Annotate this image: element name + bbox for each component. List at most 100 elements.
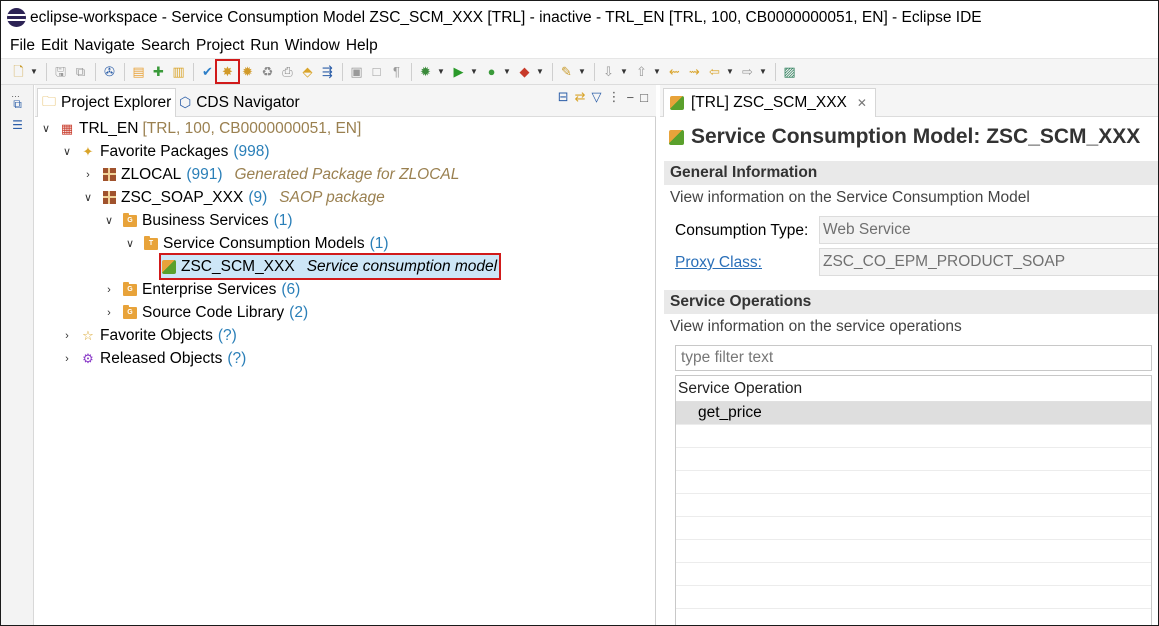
new-dropdown-chevron-icon[interactable]: ▼ bbox=[29, 62, 39, 81]
collapse-all-icon[interactable]: ⊟ bbox=[558, 89, 569, 105]
coverage-icon[interactable]: ● bbox=[482, 62, 501, 81]
outline-icon[interactable]: ☰ bbox=[10, 117, 25, 132]
pin-icon[interactable]: ✎ bbox=[557, 62, 576, 81]
tree-node-source-code-library[interactable]: › G Source Code Library (2) bbox=[102, 301, 308, 324]
chevron-down-icon[interactable]: ∨ bbox=[123, 237, 137, 250]
menu-project[interactable]: Project bbox=[193, 37, 247, 55]
chevron-down-icon[interactable]: ∨ bbox=[60, 145, 74, 158]
transport-icon[interactable]: ♻ bbox=[258, 62, 277, 81]
pin-dropdown-chevron-icon[interactable]: ▼ bbox=[577, 62, 587, 81]
menu-run[interactable]: Run bbox=[247, 37, 281, 55]
link-with-editor-icon[interactable]: ⇄ bbox=[575, 89, 586, 105]
check-icon[interactable]: ✔ bbox=[198, 62, 217, 81]
debug-dropdown-chevron-icon[interactable]: ▼ bbox=[436, 62, 446, 81]
forward-dropdown-chevron-icon[interactable]: ▼ bbox=[758, 62, 768, 81]
open-development-object-icon[interactable]: ▥ bbox=[169, 62, 188, 81]
chevron-right-icon[interactable]: › bbox=[81, 169, 95, 181]
chevron-down-icon[interactable]: ∨ bbox=[81, 191, 95, 204]
next-annotation-dropdown-chevron-icon[interactable]: ▼ bbox=[619, 62, 629, 81]
chevron-down-icon[interactable]: ∨ bbox=[39, 122, 53, 135]
activate-all-icon[interactable]: ✹ bbox=[238, 62, 257, 81]
table-column-header[interactable]: Service Operation bbox=[676, 376, 1151, 402]
service-consumption-model-icon bbox=[161, 259, 177, 275]
tree-node-released-objects[interactable]: › ⚙ Released Objects (?) bbox=[60, 347, 246, 370]
tree-node-business-services[interactable]: ∨ G Business Services (1) bbox=[102, 209, 293, 232]
menu-edit[interactable]: Edit bbox=[38, 37, 71, 55]
run-icon[interactable]: ▶ bbox=[449, 62, 468, 81]
open-in-sap-gui-icon[interactable]: ⬘ bbox=[298, 62, 317, 81]
node-label: TRL_EN bbox=[79, 119, 139, 137]
menu-help[interactable]: Help bbox=[343, 37, 381, 55]
tree-node-zsc-scm-xxx[interactable]: ZSC_SCM_XXX Service consumption model bbox=[158, 253, 502, 280]
debug-icon[interactable]: ✹ bbox=[416, 62, 435, 81]
chevron-right-icon[interactable]: › bbox=[102, 284, 116, 296]
menu-window[interactable]: Window bbox=[282, 37, 343, 55]
filter-input[interactable]: type filter text bbox=[675, 345, 1152, 371]
tab-cds-navigator[interactable]: ⬡ CDS Navigator bbox=[175, 88, 304, 117]
view-menu-icon[interactable]: ⋮ bbox=[608, 89, 621, 105]
toolbar-separator bbox=[46, 62, 47, 81]
table-row-empty bbox=[676, 586, 1151, 609]
tab-zsc-scm-xxx[interactable]: [TRL] ZSC_SCM_XXX ✕ bbox=[663, 88, 876, 117]
next-annotation-icon[interactable]: ⇩ bbox=[599, 62, 618, 81]
run-dropdown-chevron-icon[interactable]: ▼ bbox=[469, 62, 479, 81]
coverage-dropdown-chevron-icon[interactable]: ▼ bbox=[502, 62, 512, 81]
node-count: (1) bbox=[273, 211, 293, 229]
chevron-right-icon[interactable]: › bbox=[102, 307, 116, 319]
general-information-header[interactable]: General Information bbox=[664, 161, 1158, 185]
forward-icon[interactable]: ⇨ bbox=[738, 62, 757, 81]
open-perspective-icon[interactable]: ▨ bbox=[780, 62, 799, 81]
tree-node-zsc-soap[interactable]: ∨ ZSC_SOAP_XXX (9) SAOP package bbox=[81, 186, 385, 209]
proxy-class-link[interactable]: Proxy Class: bbox=[675, 254, 762, 272]
menu-search[interactable]: Search bbox=[138, 37, 193, 55]
close-icon[interactable]: ✕ bbox=[857, 96, 867, 110]
menu-file[interactable]: File bbox=[7, 37, 38, 55]
toggle-mark-icon[interactable]: □ bbox=[367, 62, 386, 81]
tree-node-project[interactable]: ∨ ▦ TRL_EN [TRL, 100, CB0000000051, EN] bbox=[39, 117, 361, 140]
external-tools-icon[interactable]: ◆ bbox=[515, 62, 534, 81]
table-row-empty bbox=[676, 425, 1151, 448]
node-label: ZSC_SCM_XXX bbox=[181, 257, 295, 275]
chevron-down-icon[interactable]: ∨ bbox=[102, 214, 116, 227]
tab-label: Project Explorer bbox=[61, 94, 172, 111]
tree-node-service-consumption-models[interactable]: ∨ T Service Consumption Models (1) bbox=[123, 232, 389, 255]
toggle-block-icon[interactable]: ▣ bbox=[347, 62, 366, 81]
table-row[interactable]: get_price bbox=[676, 402, 1151, 425]
print-icon[interactable]: ⎙ bbox=[278, 62, 297, 81]
previous-annotation-icon[interactable]: ⇧ bbox=[632, 62, 651, 81]
tree-node-favorite-packages[interactable]: ∨ ✦ Favorite Packages (998) bbox=[60, 140, 270, 163]
tree-node-favorite-objects[interactable]: › ☆ Favorite Objects (?) bbox=[60, 324, 237, 347]
save-all-icon[interactable]: ⧉ bbox=[71, 62, 90, 81]
new-icon[interactable]: 🗋 bbox=[9, 62, 28, 81]
folder-icon: G bbox=[122, 281, 138, 298]
node-label: Favorite Packages bbox=[100, 142, 229, 160]
external-tools-dropdown-chevron-icon[interactable]: ▼ bbox=[535, 62, 545, 81]
forward-edit-icon[interactable]: ⇝ bbox=[685, 62, 704, 81]
folder-icon: G bbox=[122, 212, 138, 229]
save-icon[interactable]: 🖫 bbox=[51, 62, 70, 81]
link-icon[interactable]: ✇ bbox=[100, 62, 119, 81]
service-operations-header[interactable]: Service Operations bbox=[664, 290, 1158, 314]
menu-navigate[interactable]: Navigate bbox=[71, 37, 138, 55]
last-edit-location-icon[interactable]: ⇜ bbox=[665, 62, 684, 81]
open-abap-project-icon[interactable]: ▤ bbox=[129, 62, 148, 81]
back-dropdown-chevron-icon[interactable]: ▼ bbox=[725, 62, 735, 81]
node-label: Favorite Objects bbox=[100, 326, 213, 344]
chevron-right-icon[interactable]: › bbox=[60, 330, 74, 342]
minimize-icon[interactable]: − bbox=[627, 90, 635, 105]
general-information-description: View information on the Service Consumpt… bbox=[670, 189, 1030, 206]
new-abap-object-icon[interactable]: ✚ bbox=[149, 62, 168, 81]
activate-icon[interactable]: ✸ bbox=[215, 59, 240, 84]
service-operations-description: View information on the service operatio… bbox=[670, 318, 962, 335]
chevron-right-icon[interactable]: › bbox=[60, 353, 74, 365]
filter-icon[interactable]: ▽ bbox=[592, 89, 602, 105]
open-share-icon[interactable]: ⇶ bbox=[318, 62, 337, 81]
tree-node-zlocal[interactable]: › ZLOCAL (991) Generated Package for ZLO… bbox=[81, 163, 459, 186]
back-icon[interactable]: ⇦ bbox=[705, 62, 724, 81]
show-whitespace-icon[interactable]: ¶ bbox=[387, 62, 406, 81]
tab-project-explorer[interactable]: 🗀 Project Explorer bbox=[37, 88, 177, 117]
maximize-icon[interactable]: □ bbox=[640, 90, 648, 105]
restore-icon[interactable]: ⧉ bbox=[10, 97, 25, 112]
tree-node-enterprise-services[interactable]: › G Enterprise Services (6) bbox=[102, 278, 300, 301]
previous-annotation-dropdown-chevron-icon[interactable]: ▼ bbox=[652, 62, 662, 81]
